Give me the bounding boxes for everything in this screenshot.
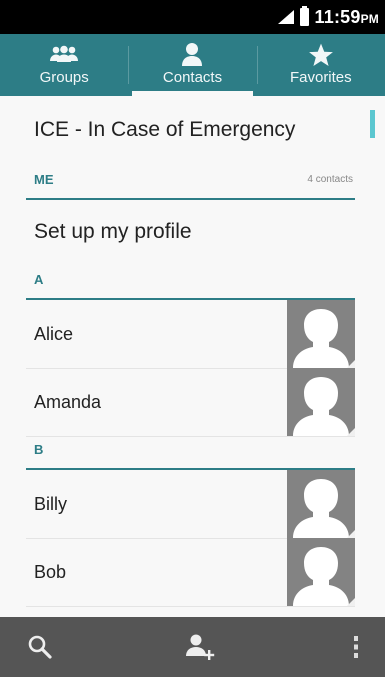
default-avatar-icon — [293, 309, 349, 368]
add-contact-icon — [186, 634, 215, 660]
contact-name: Alice — [34, 324, 74, 344]
search-icon — [28, 635, 52, 659]
tab-groups-label: Groups — [39, 69, 89, 86]
section-header-label: ME — [34, 172, 54, 187]
ice-row[interactable]: ICE - In Case of Emergency — [34, 118, 295, 142]
avatar-corner — [347, 598, 355, 606]
contact-name: Bob — [34, 562, 67, 582]
avatar-corner — [347, 530, 355, 538]
contacts-count: 4 contacts — [307, 174, 353, 185]
section-header-me: ME 4 contacts — [26, 168, 355, 200]
contact-row-amanda[interactable]: Amanda — [26, 368, 355, 437]
contact-name: Amanda — [34, 392, 102, 412]
tab-favorites[interactable]: Favorites — [256, 34, 385, 96]
contact-name: Billy — [34, 494, 68, 514]
contact-row-billy[interactable]: Billy — [26, 470, 355, 539]
overflow-menu-icon — [354, 636, 358, 658]
signal-icon — [277, 10, 294, 24]
status-icons: 11:59PM — [277, 6, 379, 28]
clock-ampm: PM — [360, 11, 379, 26]
bottom-action-bar — [0, 617, 385, 677]
battery-icon — [299, 6, 309, 26]
avatar[interactable] — [287, 368, 355, 436]
avatar-corner — [347, 428, 355, 436]
setup-profile-row[interactable]: Set up my profile — [34, 220, 192, 244]
star-icon — [308, 41, 334, 69]
scroll-indicator[interactable] — [370, 110, 375, 138]
tab-favorites-label: Favorites — [289, 69, 352, 86]
status-bar: 11:59PM — [0, 0, 385, 34]
status-clock: 11:59PM — [315, 7, 379, 28]
avatar-corner — [347, 360, 355, 368]
default-avatar-icon — [293, 479, 349, 538]
groups-icon — [47, 41, 81, 69]
section-header-label: B — [34, 442, 44, 457]
tab-groups[interactable]: Groups — [0, 34, 128, 96]
clock-time: 11:59 — [314, 6, 361, 27]
add-contact-button[interactable] — [178, 617, 222, 677]
contact-row-alice[interactable]: Alice — [26, 300, 355, 369]
contacts-list[interactable]: ICE - In Case of Emergency ME 4 contacts… — [0, 96, 385, 616]
contact-row-bob[interactable]: Bob — [26, 538, 355, 607]
tab-contacts[interactable]: Contacts — [128, 34, 256, 96]
section-header-b: B — [26, 438, 355, 470]
section-header-a: A — [26, 268, 355, 300]
tab-bar: Groups Contacts Favorites — [0, 34, 385, 96]
tab-contacts-label: Contacts — [162, 69, 223, 86]
avatar[interactable] — [287, 538, 355, 606]
search-button[interactable] — [18, 617, 62, 677]
default-avatar-icon — [293, 377, 349, 436]
avatar[interactable] — [287, 470, 355, 538]
contact-person-icon — [180, 41, 204, 69]
default-avatar-icon — [293, 547, 349, 606]
avatar[interactable] — [287, 300, 355, 368]
section-header-label: A — [34, 272, 44, 287]
overflow-menu-button[interactable] — [343, 617, 369, 677]
